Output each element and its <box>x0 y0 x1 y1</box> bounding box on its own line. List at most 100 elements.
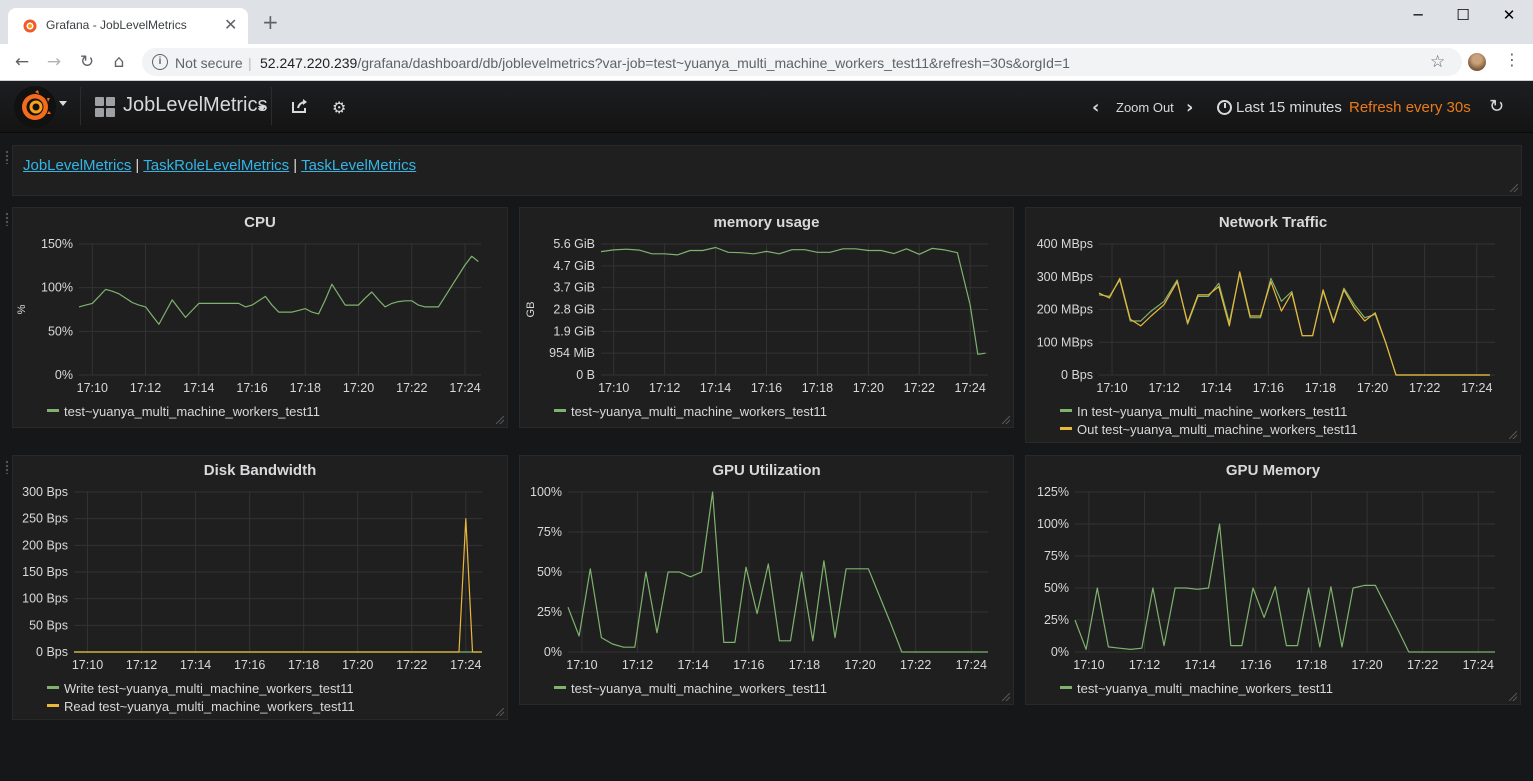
legend-label: Read test~yuanya_multi_machine_workers_t… <box>64 699 355 714</box>
time-range-picker[interactable]: Last 15 minutes <box>1236 99 1342 116</box>
gear-icon[interactable]: ⚙ <box>332 98 346 117</box>
zoom-next-button[interactable]: › <box>1186 97 1193 118</box>
panel-gpu-memory[interactable]: GPU Memory 0% 25% 50% 75% 100% 125% 17:10 17:12 1… <box>1025 455 1521 705</box>
dashboard-links: JobLevelMetrics | TaskRoleLevelMetrics | Tas… <box>23 157 416 174</box>
legend-item[interactable]: Out test~yuanya_multi_machine_workers_te… <box>1060 422 1358 437</box>
dashboard-caret-icon <box>258 106 266 111</box>
series-line-0[interactable] <box>600 246 986 355</box>
x-tick-label: 17:12 <box>130 381 161 395</box>
legend-item[interactable]: test~yuanya_multi_machine_workers_test11 <box>47 404 320 419</box>
new-tab-button[interactable]: + <box>262 12 279 32</box>
y-axis-label: % <box>16 304 28 314</box>
x-tick-label: 17:12 <box>1129 658 1160 672</box>
close-window-button[interactable]: ✕ <box>1494 6 1524 26</box>
clock-icon[interactable] <box>1217 100 1232 115</box>
y-tick-label: 75% <box>537 525 562 539</box>
y-tick-label: 250 Bps <box>22 512 68 526</box>
refresh-icon[interactable]: ↻ <box>1489 96 1504 117</box>
legend-item[interactable]: Read test~yuanya_multi_machine_workers_t… <box>47 699 355 714</box>
chart-svg[interactable]: 0% 25% 50% 75% 100% 125% 17:10 17:12 17:14 17:16 1… <box>1026 456 1522 706</box>
x-tick-label: 17:14 <box>183 381 214 395</box>
x-tick-label: 17:22 <box>1409 381 1440 395</box>
x-tick-label: 17:20 <box>1351 658 1382 672</box>
y-tick-label: 100% <box>1037 517 1069 531</box>
browser-menu-icon[interactable]: ⋮ <box>1504 50 1520 69</box>
x-tick-label: 17:10 <box>566 658 597 672</box>
maximize-button[interactable]: ☐ <box>1448 6 1478 26</box>
panel-disk-bandwidth[interactable]: Disk Bandwidth 0 Bps 50 Bps 100 Bps 150 Bps 2… <box>12 455 508 720</box>
y-tick-label: 75% <box>1044 549 1069 563</box>
y-tick-label: 100% <box>41 281 73 295</box>
url-host: 52.247.220.239 <box>260 55 358 71</box>
series-line-0[interactable] <box>1098 272 1490 376</box>
share-icon[interactable] <box>291 98 309 114</box>
link-joblevelmetrics[interactable]: JobLevelMetrics <box>23 157 131 174</box>
info-icon[interactable]: i <box>152 54 168 70</box>
y-tick-label: 200 Bps <box>22 538 68 552</box>
x-tick-label: 17:24 <box>450 658 481 672</box>
legend-item[interactable]: Write test~yuanya_multi_machine_workers_… <box>47 681 354 696</box>
legend-item[interactable]: test~yuanya_multi_machine_workers_test11 <box>554 404 827 419</box>
panel-resize-handle[interactable] <box>1510 184 1518 192</box>
panel-resize-handle[interactable] <box>1509 693 1517 701</box>
minimize-button[interactable]: ─ <box>1403 6 1433 26</box>
series-line-1[interactable] <box>1098 271 1490 376</box>
row-drag-handle[interactable] <box>5 150 9 164</box>
x-tick-label: 17:14 <box>700 381 731 395</box>
link-taskrolelevelmetrics[interactable]: TaskRoleLevelMetrics <box>143 157 289 174</box>
grafana-swirl-icon <box>22 90 51 120</box>
panel-gpu-utilization[interactable]: GPU Utilization 0% 25% 50% 75% 100% 17:10 17:12… <box>519 455 1014 705</box>
url-omnibox[interactable]: i Not secure | 52.247.220.239/grafana/da… <box>142 48 1462 76</box>
back-button[interactable]: ← <box>10 50 34 74</box>
legend-label: Write test~yuanya_multi_machine_workers_… <box>64 681 354 696</box>
grafana-navbar: JobLevelMetrics ⚙ ‹ Zoom Out › Last 15 m… <box>0 81 1533 133</box>
forward-button[interactable]: → <box>42 50 66 74</box>
chart-svg[interactable]: 0% 25% 50% 75% 100% 17:10 17:12 17:14 17:16 17:18… <box>520 456 1015 706</box>
refresh-interval[interactable]: Refresh every 30s <box>1349 99 1471 116</box>
legend-item[interactable]: test~yuanya_multi_machine_workers_test11 <box>554 681 827 696</box>
panel-resize-handle[interactable] <box>1509 431 1517 439</box>
panel-network-traffic[interactable]: Network Traffic 0 Bps 100 MBps 200 MBps 300 … <box>1025 207 1521 443</box>
row-drag-handle[interactable] <box>5 212 9 226</box>
bookmark-star-icon[interactable]: ☆ <box>1430 52 1445 72</box>
browser-tab[interactable]: Grafana - JobLevelMetrics ✕ <box>8 8 248 44</box>
x-tick-label: 17:22 <box>396 381 427 395</box>
grafana-logo-icon[interactable] <box>14 86 56 128</box>
zoom-prev-button[interactable]: ‹ <box>1092 97 1099 118</box>
y-tick-label: 2.8 GiB <box>553 303 595 317</box>
y-tick-label: 50% <box>537 565 562 579</box>
close-tab-icon[interactable]: ✕ <box>224 15 237 34</box>
grafana-favicon-icon <box>23 19 37 33</box>
profile-avatar[interactable] <box>1468 53 1486 71</box>
chart-svg[interactable]: 0% 50% 100% 150% 17:10 17:12 17:14 17:16 17:18 17… <box>13 208 509 429</box>
panel-resize-handle[interactable] <box>496 708 504 716</box>
zoom-out-button[interactable]: Zoom Out <box>1116 100 1174 115</box>
series-line-1[interactable] <box>74 518 482 653</box>
legend-label: test~yuanya_multi_machine_workers_test11 <box>64 404 320 419</box>
dashboard-picker[interactable]: JobLevelMetrics <box>80 87 272 125</box>
x-tick-label: 17:16 <box>733 658 764 672</box>
y-tick-label: 300 MBps <box>1037 270 1093 284</box>
url-text[interactable]: 52.247.220.239/grafana/dashboard/db/jobl… <box>260 55 1070 71</box>
panel-resize-handle[interactable] <box>1002 693 1010 701</box>
home-button[interactable]: ⌂ <box>107 50 131 74</box>
legend-item[interactable]: In test~yuanya_multi_machine_workers_tes… <box>1060 404 1347 419</box>
y-tick-label: 50% <box>1044 581 1069 595</box>
row-drag-handle[interactable] <box>5 460 9 474</box>
panel-resize-handle[interactable] <box>496 416 504 424</box>
panel-cpu[interactable]: CPU 0% 50% 100% 150% 17:10 17:12 17:14 17:16 17:1… <box>12 207 508 428</box>
x-tick-label: 17:18 <box>789 658 820 672</box>
chart-svg[interactable]: 0 B 954 MiB 1.9 GiB 2.8 GiB 3.7 GiB 4.7 GiB 5.… <box>520 208 1015 429</box>
x-tick-label: 17:10 <box>72 658 103 672</box>
reload-button[interactable]: ↻ <box>75 50 99 74</box>
y-tick-label: 0% <box>55 368 73 382</box>
x-tick-label: 17:16 <box>234 658 265 672</box>
series-line-0[interactable] <box>78 255 479 325</box>
panel-memory-usage[interactable]: memory usage 0 B 954 MiB 1.9 GiB 2.8 GiB 3.7 … <box>519 207 1014 428</box>
security-label[interactable]: Not secure <box>175 55 243 71</box>
logo-caret-icon[interactable] <box>59 101 67 106</box>
legend-item[interactable]: test~yuanya_multi_machine_workers_test11 <box>1060 681 1333 696</box>
x-tick-label: 17:22 <box>900 658 931 672</box>
panel-resize-handle[interactable] <box>1002 416 1010 424</box>
link-tasklevelmetrics[interactable]: TaskLevelMetrics <box>301 157 416 174</box>
